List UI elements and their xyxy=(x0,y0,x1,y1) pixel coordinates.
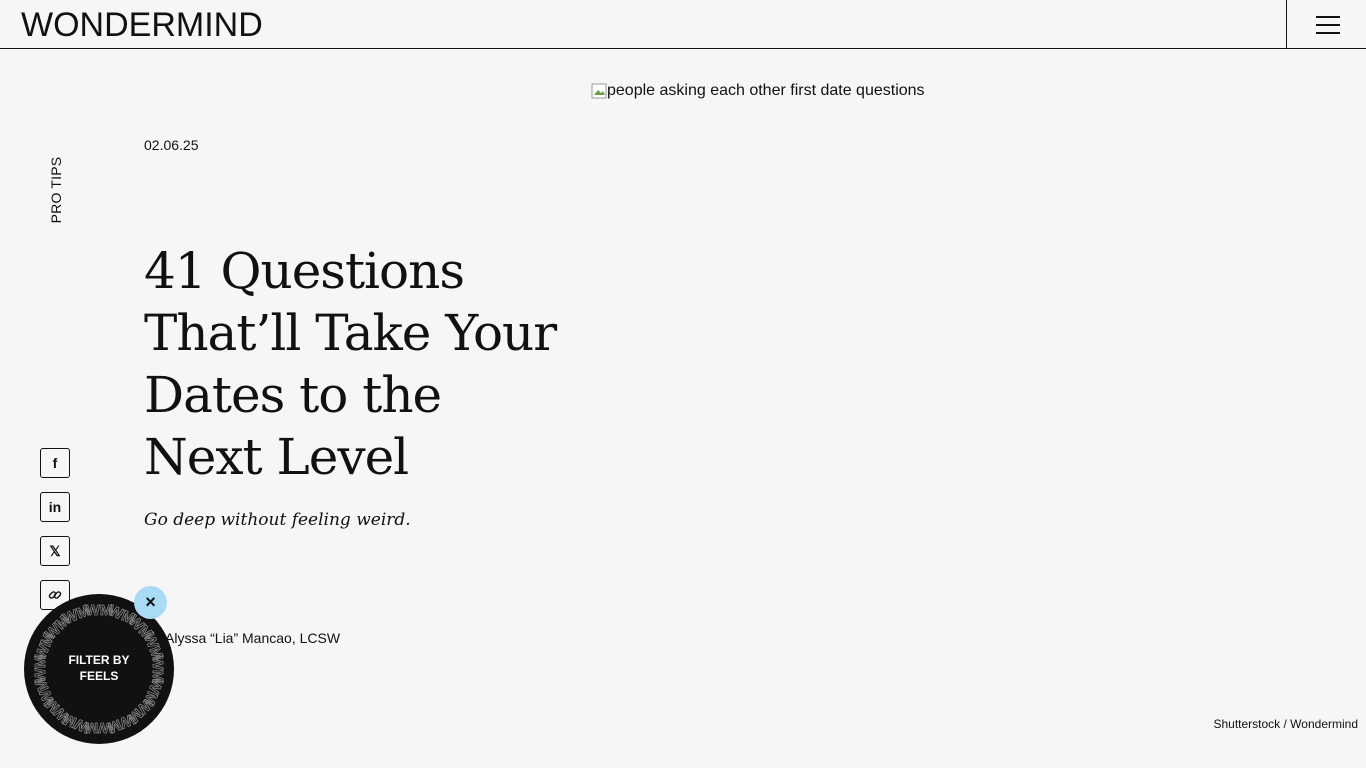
filter-label: FILTER BY FEELS xyxy=(24,652,174,684)
hamburger-icon-line xyxy=(1316,32,1340,34)
share-x-button[interactable]: 𝕏 xyxy=(40,536,70,566)
share-linkedin-button[interactable]: in xyxy=(40,492,70,522)
close-filter-button[interactable]: × xyxy=(134,586,167,619)
article-author[interactable]: Alyssa “Lia” Mancao, LCSW xyxy=(165,630,340,646)
top-bar: WONDERMIND xyxy=(0,0,1366,49)
hero-image-alt: people asking each other first date ques… xyxy=(607,82,925,99)
broken-image-icon xyxy=(591,83,607,99)
hamburger-icon-line xyxy=(1316,24,1340,26)
wondermind-logo[interactable]: WONDERMIND xyxy=(21,6,263,44)
close-icon: × xyxy=(145,592,156,612)
article-category[interactable]: PRO TIPS xyxy=(48,157,64,224)
x-icon: 𝕏 xyxy=(49,542,61,559)
linkedin-icon: in xyxy=(48,499,62,515)
facebook-icon: f xyxy=(52,455,58,471)
article-date: 02.06.25 xyxy=(144,137,199,153)
hamburger-icon-line xyxy=(1316,16,1340,18)
filter-label-line2: FEELS xyxy=(79,669,119,683)
hero-image: people asking each other first date ques… xyxy=(591,82,925,100)
share-facebook-button[interactable]: f xyxy=(40,448,70,478)
menu-button[interactable] xyxy=(1286,0,1366,48)
article-subtitle: Go deep without feeling weird. xyxy=(144,510,411,530)
filter-label-line1: FILTER BY xyxy=(68,653,130,667)
image-credit: Shutterstock / Wondermind xyxy=(1213,717,1358,731)
article-title: 41 Questions That’ll Take Your Dates to … xyxy=(144,242,557,486)
